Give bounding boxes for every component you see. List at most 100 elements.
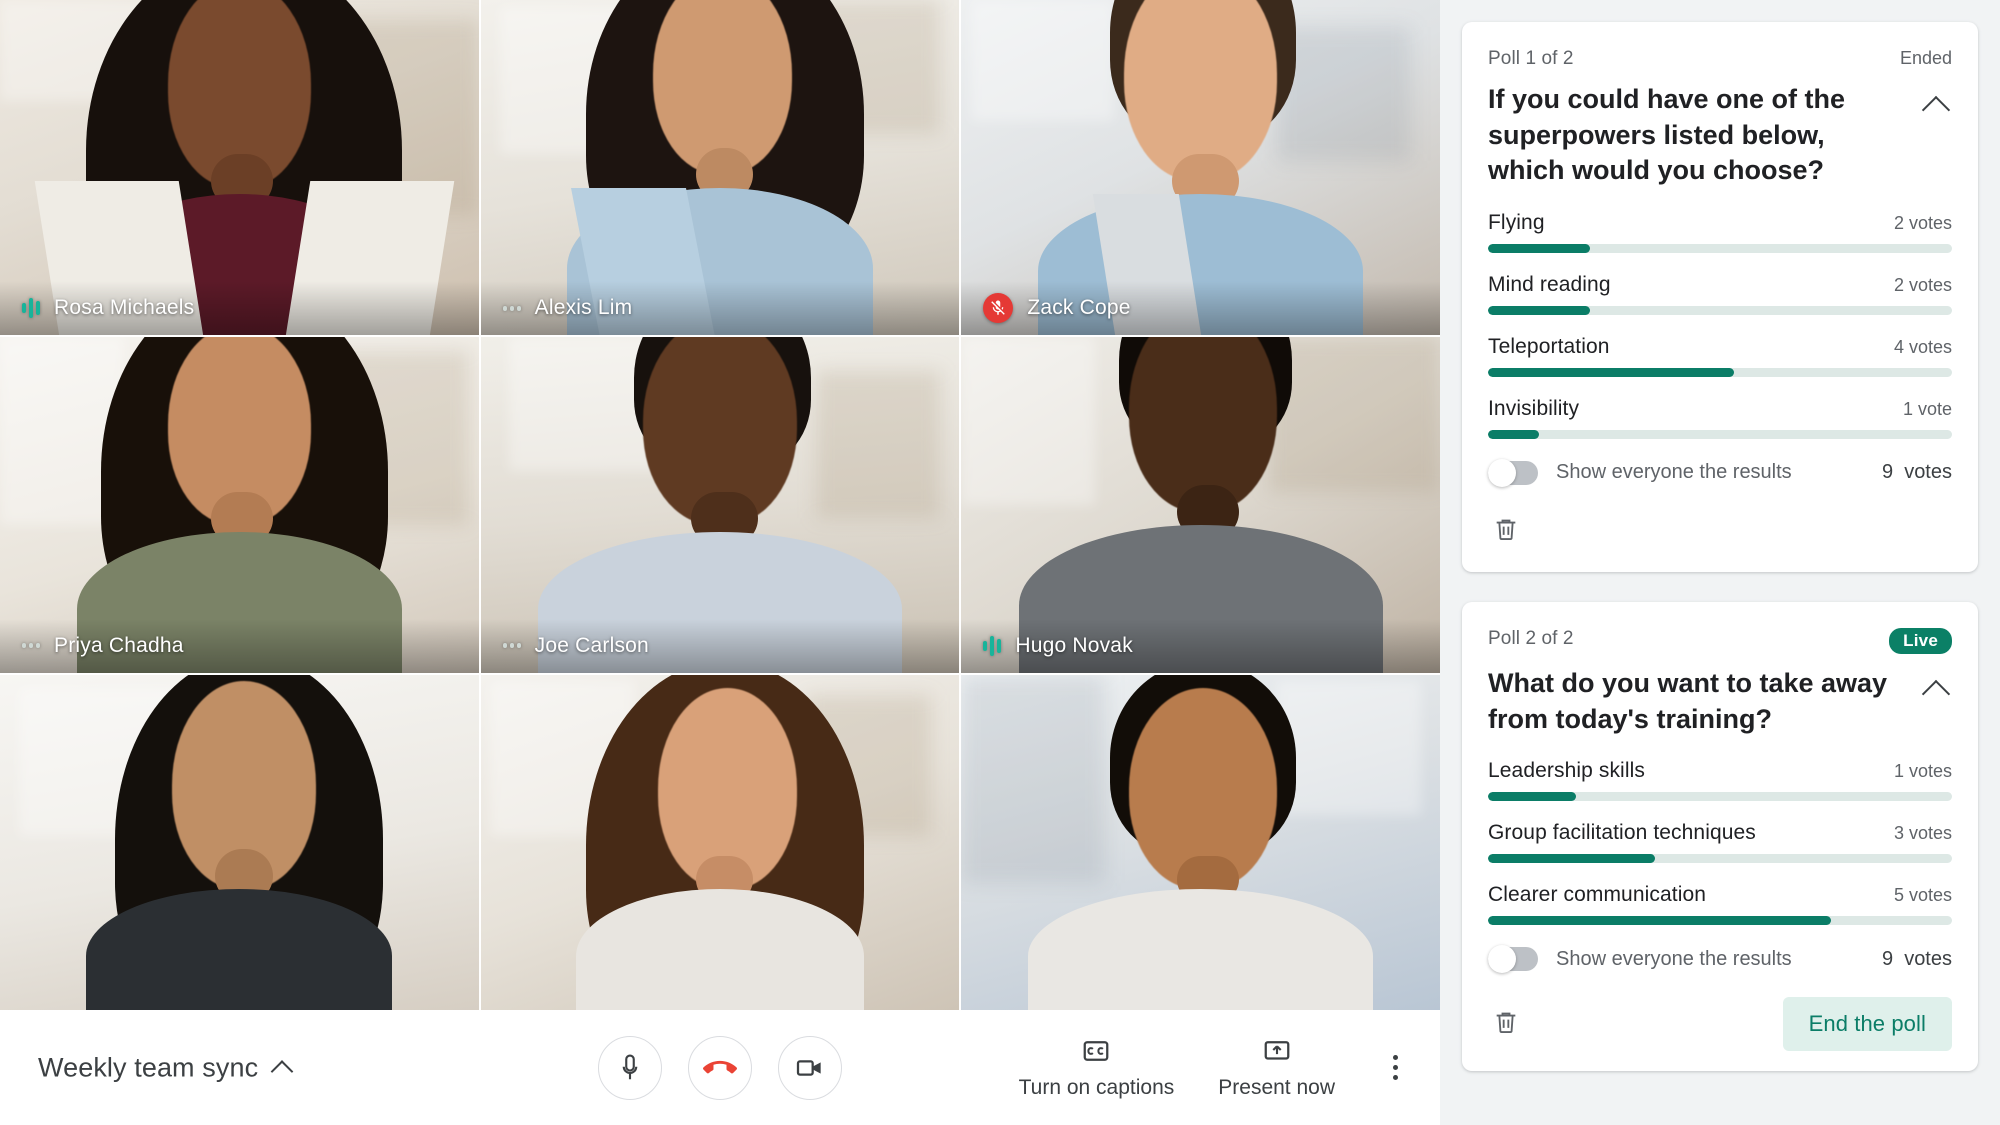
participant-tile[interactable]	[480, 674, 960, 1010]
call-controls	[598, 1035, 842, 1100]
option-label: Teleportation	[1488, 334, 1610, 358]
kebab-dot	[1393, 1065, 1398, 1070]
end-the-poll-button[interactable]: End the poll	[1782, 997, 1952, 1052]
option-label: Flying	[1488, 210, 1545, 234]
participant-tile[interactable]	[961, 674, 1440, 1010]
participant-tile[interactable]: Hugo Novak	[961, 337, 1440, 673]
poll-option: Group facilitation techniques 3 votes	[1488, 821, 1952, 864]
end-call-button[interactable]	[688, 1035, 752, 1100]
option-bar-fill	[1488, 305, 1591, 315]
option-votes: 3 votes	[1893, 823, 1952, 844]
meeting-title-button[interactable]: Weekly team sync	[38, 1052, 294, 1083]
option-votes: 5 votes	[1893, 885, 1952, 906]
poll-index-label: Poll 2 of 2	[1488, 627, 1574, 649]
show-results-toggle[interactable]	[1488, 458, 1538, 487]
option-bar-fill	[1488, 854, 1656, 864]
poll-total-votes: 9 votes	[1882, 461, 1952, 484]
poll-question-row: What do you want to take away from today…	[1488, 666, 1952, 737]
poll-question-row: If you could have one of the superpowers…	[1488, 82, 1952, 189]
trash-icon[interactable]	[1488, 511, 1524, 552]
poll-visibility-row: Show everyone the results 9 votes	[1488, 458, 1952, 487]
poll-card-header: Poll 2 of 2 Live	[1488, 627, 1952, 654]
option-bar-fill	[1488, 367, 1734, 377]
poll-question: What do you want to take away from today…	[1488, 667, 1888, 734]
option-label: Clearer communication	[1488, 883, 1707, 907]
video-feed	[0, 674, 479, 1010]
option-label: Mind reading	[1488, 272, 1611, 296]
poll-card-footer	[1488, 511, 1952, 552]
turn-on-captions-button[interactable]: Turn on captions	[1018, 1036, 1175, 1100]
participant-tile[interactable]: Priya Chadha	[0, 337, 479, 673]
meeting-title: Weekly team sync	[38, 1052, 259, 1082]
meeting-tools: Turn on captions Present now	[1019, 1036, 1412, 1100]
option-bar-track	[1488, 429, 1952, 439]
option-bar-fill	[1488, 792, 1577, 802]
option-bar-fill	[1488, 243, 1591, 253]
total-unit: votes	[1904, 947, 1952, 970]
option-votes: 4 votes	[1893, 336, 1952, 357]
chevron-up-icon[interactable]	[1922, 90, 1952, 120]
participant-tile[interactable]: Zack Cope	[961, 0, 1440, 336]
kebab-dot	[1393, 1075, 1398, 1080]
participant-tile[interactable]	[0, 674, 479, 1010]
participant-tile[interactable]: Rosa Michaels	[0, 0, 479, 336]
video-feed	[480, 0, 960, 336]
present-now-button[interactable]: Present now	[1218, 1036, 1335, 1100]
option-bar-track	[1488, 854, 1952, 864]
toggle-knob	[1488, 945, 1516, 974]
video-feed	[961, 0, 1440, 336]
polls-panel: Poll 1 of 2 Ended If you could have one …	[1440, 0, 2000, 1125]
total-count: 9	[1881, 947, 1894, 970]
meet-app: Rosa Michaels Alexis Lim Zack Cope Priya…	[0, 0, 2000, 1125]
microphone-button[interactable]	[598, 1035, 662, 1100]
participant-grid: Rosa Michaels Alexis Lim Zack Cope Priya…	[0, 0, 1440, 1010]
video-feed	[961, 674, 1440, 1010]
poll-card-header: Poll 1 of 2 Ended	[1488, 48, 1952, 70]
poll-card: Poll 2 of 2 Live What do you want to tak…	[1462, 601, 1978, 1072]
participant-tile[interactable]: Joe Carlson	[480, 337, 960, 673]
trash-icon[interactable]	[1488, 1004, 1524, 1045]
poll-visibility-row: Show everyone the results 9 votes	[1488, 945, 1952, 974]
show-results-label: Show everyone the results	[1556, 947, 1792, 970]
option-votes: 1 votes	[1893, 761, 1952, 782]
option-bar-track	[1488, 916, 1952, 926]
option-label: Invisibility	[1488, 396, 1580, 420]
participant-tile[interactable]: Alexis Lim	[480, 0, 960, 336]
meeting-toolbar: Weekly team sync Turn on captions Presen…	[0, 1010, 1440, 1125]
video-feed	[480, 337, 960, 673]
option-label: Group facilitation techniques	[1488, 821, 1756, 845]
video-feed	[961, 337, 1440, 673]
camera-button[interactable]	[778, 1035, 842, 1100]
video-feed	[480, 674, 960, 1010]
poll-status-ended: Ended	[1899, 48, 1952, 68]
poll-card: Poll 1 of 2 Ended If you could have one …	[1462, 22, 1978, 572]
option-bar-track	[1488, 243, 1952, 253]
poll-options: Leadership skills 1 votes Group facilita…	[1488, 759, 1952, 926]
toggle-knob	[1488, 458, 1516, 487]
option-votes: 2 votes	[1893, 274, 1952, 295]
poll-option: Clearer communication 5 votes	[1488, 883, 1952, 926]
chevron-up-icon[interactable]	[1922, 674, 1952, 704]
captions-label: Turn on captions	[1018, 1075, 1175, 1099]
option-bar-track	[1488, 305, 1952, 315]
poll-total-votes: 9 votes	[1882, 948, 1952, 971]
poll-options: Flying 2 votes Mind reading 2 votes Tele…	[1488, 211, 1952, 439]
option-votes: 2 votes	[1893, 212, 1952, 233]
total-count: 9	[1881, 461, 1894, 484]
poll-index-label: Poll 1 of 2	[1488, 48, 1574, 69]
poll-card-footer: End the poll	[1488, 997, 1952, 1052]
more-options-button[interactable]	[1379, 1045, 1412, 1090]
poll-option: Mind reading 2 votes	[1488, 273, 1952, 315]
show-results-toggle[interactable]	[1488, 945, 1538, 974]
video-feed	[0, 0, 479, 336]
option-label: Leadership skills	[1488, 759, 1645, 783]
chevron-up-icon[interactable]	[272, 1057, 294, 1079]
kebab-dot	[1393, 1055, 1398, 1060]
poll-option: Flying 2 votes	[1488, 211, 1952, 253]
video-feed	[0, 337, 479, 673]
closed-captions-icon	[1084, 1040, 1109, 1061]
option-bar-track	[1488, 792, 1952, 802]
poll-question: If you could have one of the superpowers…	[1488, 84, 1846, 186]
video-stage: Rosa Michaels Alexis Lim Zack Cope Priya…	[0, 0, 1440, 1125]
poll-status-live-badge: Live	[1889, 627, 1952, 654]
